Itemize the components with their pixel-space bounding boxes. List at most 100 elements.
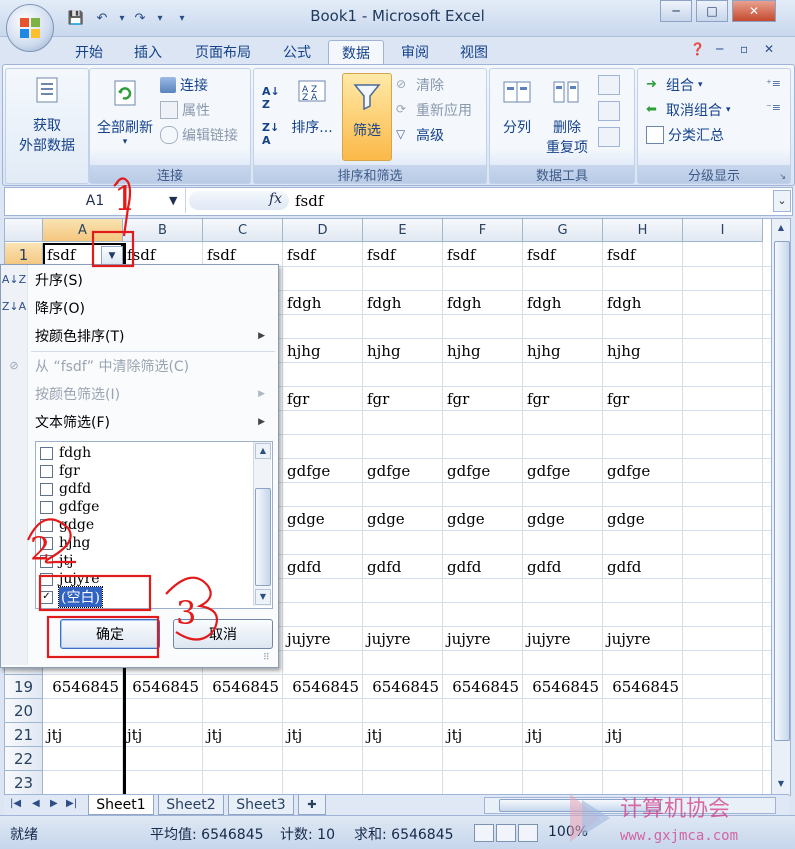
filter-value-list[interactable]: fdgh fgr gdfd gdfge gdge hjhg jtj jujyre ✓ (空白) ▲… — [35, 441, 273, 609]
menu-filter-by-color[interactable]: 按颜色筛选(I) ▶ — [35, 382, 273, 406]
sort-desc-icon[interactable]: Z↓ A — [262, 121, 279, 147]
cell[interactable]: jtj — [43, 723, 123, 747]
cell[interactable]: fgr — [363, 387, 443, 411]
cell[interactable] — [523, 315, 603, 339]
cell[interactable] — [363, 315, 443, 339]
cell[interactable]: 6546845 — [443, 675, 523, 699]
insert-function-icon[interactable]: fx — [269, 191, 282, 207]
data-validation-icon[interactable] — [598, 75, 620, 95]
cell[interactable]: gdfge — [283, 459, 363, 483]
cell[interactable] — [443, 603, 523, 627]
row-header[interactable]: 20 — [5, 699, 43, 723]
cell[interactable] — [443, 315, 523, 339]
column-header[interactable]: E — [363, 219, 443, 242]
help-icon[interactable]: ❓ — [690, 42, 705, 56]
cell[interactable]: gdge — [523, 507, 603, 531]
cell[interactable]: hjhg — [283, 339, 363, 363]
cell[interactable] — [443, 771, 523, 795]
cell[interactable]: gdfd — [443, 555, 523, 579]
group-button[interactable]: ➜ 组合 ▾ — [646, 74, 703, 96]
cell[interactable]: jtj — [443, 723, 523, 747]
cell[interactable]: 6546845 — [43, 675, 123, 699]
formula-input[interactable]: fsdf — [295, 188, 323, 213]
cell[interactable]: 6546845 — [363, 675, 443, 699]
dialog-launcher-icon[interactable]: ↘ — [779, 172, 786, 181]
cell[interactable] — [523, 579, 603, 603]
cell[interactable] — [283, 531, 363, 555]
last-sheet-icon[interactable]: ▶| — [66, 798, 77, 809]
cell[interactable]: jtj — [203, 723, 283, 747]
cell[interactable]: gdfd — [283, 555, 363, 579]
cell[interactable]: jtj — [283, 723, 363, 747]
cell[interactable]: fgr — [603, 387, 683, 411]
cell[interactable] — [123, 699, 203, 723]
cell[interactable] — [283, 579, 363, 603]
remove-duplicates-button[interactable]: 删除 重复项 — [542, 77, 592, 157]
sheet-tab-2[interactable]: Sheet2 — [158, 795, 224, 815]
checkbox-checked-icon[interactable]: ✓ — [40, 590, 53, 604]
cell[interactable] — [603, 267, 683, 291]
menu-sort-descending[interactable]: 降序(O) — [35, 296, 273, 320]
name-box-dropdown-icon[interactable]: ▼ — [169, 194, 177, 207]
column-header[interactable]: B — [123, 219, 203, 242]
cell[interactable]: jujyre — [523, 627, 603, 651]
cell[interactable] — [363, 771, 443, 795]
cell[interactable]: fgr — [283, 387, 363, 411]
cell[interactable] — [283, 315, 363, 339]
tab-view[interactable]: 视图 — [446, 40, 502, 64]
cell[interactable] — [443, 579, 523, 603]
cell[interactable]: fdgh — [363, 291, 443, 315]
cell[interactable]: 6546845 — [203, 675, 283, 699]
cell[interactable] — [523, 531, 603, 555]
cell[interactable] — [283, 483, 363, 507]
cell[interactable] — [603, 531, 683, 555]
cell[interactable] — [363, 651, 443, 675]
cell[interactable]: hjhg — [603, 339, 683, 363]
hide-detail-icon[interactable]: ⁻≡ — [766, 101, 781, 114]
cell[interactable]: gdfge — [523, 459, 603, 483]
cell[interactable]: 6546845 — [123, 675, 203, 699]
column-header[interactable]: C — [203, 219, 283, 242]
column-header[interactable]: F — [443, 219, 523, 242]
ribbon-close-icon[interactable]: ✕ — [764, 42, 774, 56]
filter-dropdown-button[interactable]: ▼ — [101, 246, 123, 266]
cell[interactable] — [603, 483, 683, 507]
clear-filter-button[interactable]: ⊘ 清除 — [396, 74, 444, 96]
text-to-columns-button[interactable]: 分列 — [494, 77, 540, 137]
select-all-corner[interactable] — [5, 219, 43, 242]
connections-button[interactable]: 连接 — [160, 74, 208, 96]
cell[interactable]: jujyre — [363, 627, 443, 651]
ok-button[interactable]: 确定 — [60, 619, 160, 649]
prev-sheet-icon[interactable]: ◀ — [32, 798, 40, 809]
checkbox-icon[interactable] — [40, 500, 53, 514]
tab-page-layout[interactable]: 页面布局 — [182, 40, 264, 64]
checkbox-icon[interactable] — [40, 536, 53, 550]
column-header[interactable]: H — [603, 219, 683, 242]
cell[interactable] — [443, 699, 523, 723]
cell[interactable]: hjhg — [443, 339, 523, 363]
subtotal-button[interactable]: 分类汇总 — [646, 124, 724, 146]
edit-links-button[interactable]: 编辑链接 — [160, 124, 238, 146]
cell[interactable] — [363, 363, 443, 387]
cell[interactable]: jtj — [123, 723, 203, 747]
ribbon-restore-icon[interactable]: ▫ — [740, 42, 748, 56]
filter-list-item[interactable]: gdge — [40, 516, 94, 534]
cell[interactable]: 6546845 — [603, 675, 683, 699]
checkbox-icon[interactable] — [40, 482, 53, 496]
sort-asc-icon[interactable]: A↓ Z — [262, 85, 280, 111]
menu-sort-ascending[interactable]: 升序(S) — [35, 268, 273, 292]
cell[interactable] — [283, 435, 363, 459]
cell[interactable]: gdfd — [603, 555, 683, 579]
expand-formula-bar-icon[interactable]: ⌄ — [773, 190, 791, 212]
cell[interactable] — [523, 603, 603, 627]
row-header[interactable]: 22 — [5, 747, 43, 771]
cell[interactable]: gdfd — [523, 555, 603, 579]
tab-review[interactable]: 审阅 — [388, 40, 442, 64]
menu-sort-by-color[interactable]: 按颜色排序(T) ▶ — [35, 324, 273, 348]
cell[interactable] — [523, 483, 603, 507]
cell[interactable] — [363, 579, 443, 603]
cell[interactable]: hjhg — [523, 339, 603, 363]
cell[interactable]: gdge — [363, 507, 443, 531]
cell[interactable]: jujyre — [283, 627, 363, 651]
cell[interactable]: fsdf — [443, 243, 523, 267]
